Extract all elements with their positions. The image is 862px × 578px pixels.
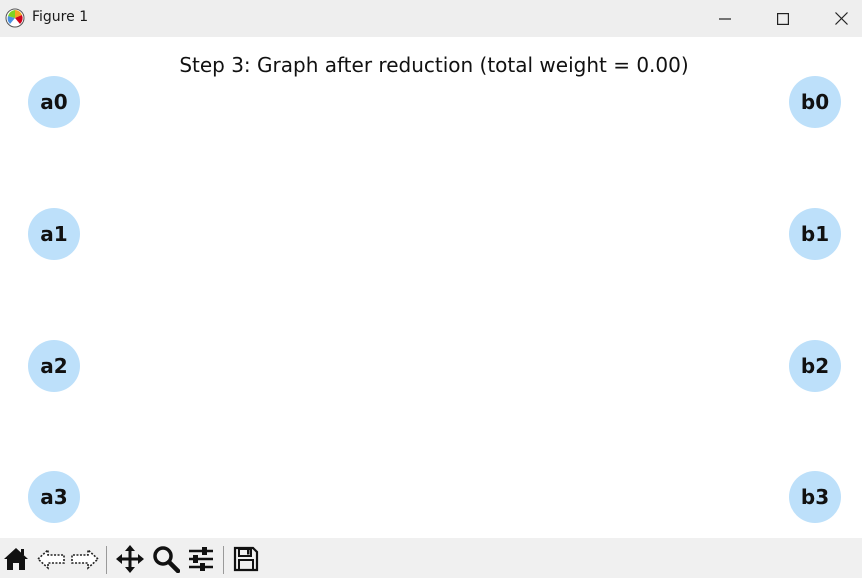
pan-button[interactable]: [114, 544, 146, 574]
node-label: a1: [40, 222, 67, 246]
minimize-button[interactable]: [696, 0, 754, 37]
maximize-icon: [777, 12, 789, 25]
window-title: Figure 1: [32, 9, 89, 25]
toolbar-separator: [223, 546, 224, 574]
matplotlib-icon: [5, 8, 25, 28]
node-label: b1: [801, 222, 829, 246]
forward-icon: [71, 548, 99, 570]
minimize-icon: [719, 17, 731, 20]
save-button[interactable]: [231, 544, 261, 574]
zoom-button[interactable]: [151, 544, 181, 574]
graph-node-a0: a0: [28, 76, 80, 128]
home-icon: [4, 548, 28, 570]
toolbar-separator: [106, 546, 107, 574]
pan-icon: [116, 545, 144, 573]
window-titlebar: Figure 1: [0, 0, 862, 37]
configure-subplots-icon: [189, 547, 213, 571]
maximize-button[interactable]: [754, 0, 812, 37]
graph-node-b2: b2: [789, 340, 841, 392]
save-icon: [233, 546, 259, 572]
node-label: a2: [40, 354, 67, 378]
back-button[interactable]: [36, 544, 66, 574]
configure-subplots-button[interactable]: [186, 544, 216, 574]
graph-node-b1: b1: [789, 208, 841, 260]
back-icon: [37, 548, 65, 570]
close-icon: [834, 12, 848, 25]
bipartite-graph: a0 a1 a2 a3 b0 b1 b2 b3: [28, 76, 841, 523]
graph-node-b3: b3: [789, 471, 841, 523]
node-label: b2: [801, 354, 829, 378]
graph-node-a3: a3: [28, 471, 80, 523]
home-button[interactable]: [2, 544, 30, 574]
close-button[interactable]: [812, 0, 862, 37]
node-label: a3: [40, 485, 67, 509]
forward-button[interactable]: [70, 544, 100, 574]
graph-node-b0: b0: [789, 76, 841, 128]
navigation-toolbar: [0, 538, 862, 578]
node-label: b3: [801, 485, 829, 509]
graph-node-a1: a1: [28, 208, 80, 260]
zoom-icon: [153, 546, 180, 573]
graph-node-a2: a2: [28, 340, 80, 392]
node-label: b0: [801, 90, 829, 114]
figure-canvas[interactable]: Step 3: Graph after reduction (total wei…: [0, 37, 862, 538]
node-label: a0: [40, 90, 67, 114]
